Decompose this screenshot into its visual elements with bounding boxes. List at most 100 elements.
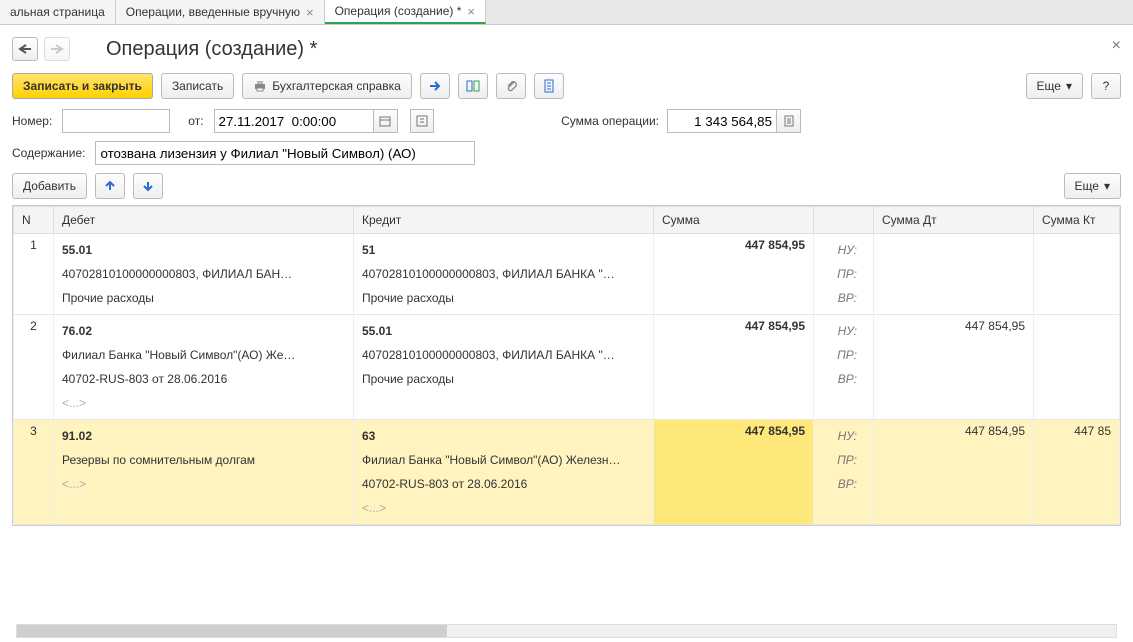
row-num: 3 <box>14 420 54 525</box>
table-row[interactable]: 2 76.02 Филиал Банка "Новый Символ"(АО) … <box>14 315 1120 420</box>
arrow-up-icon <box>104 180 116 192</box>
chevron-down-icon: ▾ <box>1066 79 1072 93</box>
print-reference-button[interactable]: Бухгалтерская справка <box>242 73 412 99</box>
col-debit[interactable]: Дебет <box>54 207 354 234</box>
tag-pr: ПР: <box>822 448 865 472</box>
credit-account: 55.01 <box>362 319 645 343</box>
number-label: Номер: <box>12 114 52 128</box>
horizontal-scrollbar[interactable] <box>16 624 1117 638</box>
row-sum-dt: 447 854,95 <box>874 420 1034 525</box>
col-sum-kt[interactable]: Сумма Кт <box>1034 207 1120 234</box>
button-label: Еще <box>1075 179 1099 193</box>
calculator-icon[interactable] <box>777 109 801 133</box>
tab-operation-create[interactable]: Операция (создание) * × <box>325 0 486 24</box>
tab-manual-ops[interactable]: Операции, введенные вручную × <box>116 0 325 24</box>
tag-nu: НУ: <box>822 424 865 448</box>
tab-main-page[interactable]: альная страница <box>0 0 116 24</box>
help-button[interactable]: ? <box>1091 73 1121 99</box>
save-and-close-button[interactable]: Записать и закрыть <box>12 73 153 99</box>
nav-back-button[interactable] <box>12 37 38 61</box>
tag-vr: ВР: <box>822 367 865 391</box>
toolbar: Записать и закрыть Записать Бухгалтерска… <box>12 67 1121 109</box>
paperclip-icon <box>505 79 517 93</box>
debit-line: Резервы по сомнительным долгам <box>62 448 345 472</box>
button-label: Бухгалтерская справка <box>272 79 401 93</box>
tab-bar: альная страница Операции, введенные вруч… <box>0 0 1133 25</box>
tag-nu: НУ: <box>822 319 865 343</box>
col-credit[interactable]: Кредит <box>354 207 654 234</box>
calendar-icon[interactable] <box>374 109 398 133</box>
tab-label: альная страница <box>10 5 105 19</box>
more-button[interactable]: Еще ▾ <box>1026 73 1083 99</box>
col-n[interactable]: N <box>14 207 54 234</box>
attachments-button[interactable] <box>496 73 526 99</box>
tab-label: Операции, введенные вручную <box>126 5 300 19</box>
debit-line: 40702-RUS-803 от 28.06.2016 <box>62 367 345 391</box>
debit-line: <...> <box>62 391 345 415</box>
table-row[interactable]: 1 55.01 40702810100000000803, ФИЛИАЛ БАН… <box>14 234 1120 315</box>
debit-line: 40702810100000000803, ФИЛИАЛ БАН… <box>62 262 345 286</box>
credit-line: 40702810100000000803, ФИЛИАЛ БАНКА "… <box>362 343 645 367</box>
button-label: Добавить <box>23 179 76 193</box>
credit-line: Прочие расходы <box>362 367 645 391</box>
credit-line: <...> <box>362 496 645 520</box>
row-sum-kt <box>1034 234 1120 315</box>
content-input[interactable] <box>95 141 475 165</box>
entries-table: N Дебет Кредит Сумма Сумма Дт Сумма Кт 1… <box>12 205 1121 526</box>
close-page-button[interactable]: × <box>1112 37 1121 55</box>
credit-line: 40702-RUS-803 от 28.06.2016 <box>362 472 645 496</box>
row-num: 2 <box>14 315 54 420</box>
button-label: Записать <box>172 79 223 93</box>
tag-pr: ПР: <box>822 262 865 286</box>
row-sum: 447 854,95 <box>654 420 814 525</box>
row-sum-dt: 447 854,95 <box>874 315 1034 420</box>
date-related-button[interactable] <box>410 109 434 133</box>
debit-account: 91.02 <box>62 424 345 448</box>
tab-label: Операция (создание) * <box>335 4 462 18</box>
table-more-button[interactable]: Еще ▾ <box>1064 173 1121 199</box>
credit-line: 40702810100000000803, ФИЛИАЛ БАНКА "… <box>362 262 645 286</box>
debit-line: Филиал Банка "Новый Символ"(АО) Же… <box>62 343 345 367</box>
close-icon[interactable]: × <box>467 4 475 19</box>
sum-input[interactable] <box>667 109 777 133</box>
row-sum-kt <box>1034 315 1120 420</box>
row-num: 1 <box>14 234 54 315</box>
page-title: Операция (создание) * <box>106 38 317 61</box>
content-label: Содержание: <box>12 146 85 160</box>
button-label: Еще <box>1037 79 1061 93</box>
scrollbar-thumb[interactable] <box>17 625 447 637</box>
date-input[interactable] <box>214 109 374 133</box>
arrow-down-icon <box>142 180 154 192</box>
close-icon[interactable]: × <box>306 5 314 20</box>
move-up-button[interactable] <box>95 173 125 199</box>
tag-vr: ВР: <box>822 286 865 310</box>
nav-forward-button[interactable] <box>44 37 70 61</box>
col-tag <box>814 207 874 234</box>
arrow-right-icon <box>428 80 442 92</box>
credit-line: Прочие расходы <box>362 286 645 310</box>
from-label: от: <box>188 114 203 128</box>
row-sum: 447 854,95 <box>654 315 814 420</box>
transfer-button[interactable] <box>420 73 450 99</box>
registers-button[interactable] <box>458 73 488 99</box>
button-label: Записать и закрыть <box>23 79 142 93</box>
document-icon <box>543 79 555 93</box>
credit-line: Филиал Банка "Новый Символ"(АО) Железн… <box>362 448 645 472</box>
move-down-button[interactable] <box>133 173 163 199</box>
debit-line: <...> <box>62 472 345 496</box>
debit-account: 55.01 <box>62 238 345 262</box>
help-icon: ? <box>1103 79 1110 93</box>
debit-account: 76.02 <box>62 319 345 343</box>
col-sum[interactable]: Сумма <box>654 207 814 234</box>
row-sum-kt: 447 85 <box>1034 420 1120 525</box>
save-button[interactable]: Записать <box>161 73 234 99</box>
add-row-button[interactable]: Добавить <box>12 173 87 199</box>
document-button[interactable] <box>534 73 564 99</box>
col-sum-dt[interactable]: Сумма Дт <box>874 207 1034 234</box>
table-row[interactable]: 3 91.02 Резервы по сомнительным долгам <… <box>14 420 1120 525</box>
chevron-down-icon: ▾ <box>1104 179 1110 193</box>
number-input[interactable] <box>62 109 170 133</box>
printer-icon <box>253 80 267 92</box>
credit-account: 51 <box>362 238 645 262</box>
tag-pr: ПР: <box>822 343 865 367</box>
